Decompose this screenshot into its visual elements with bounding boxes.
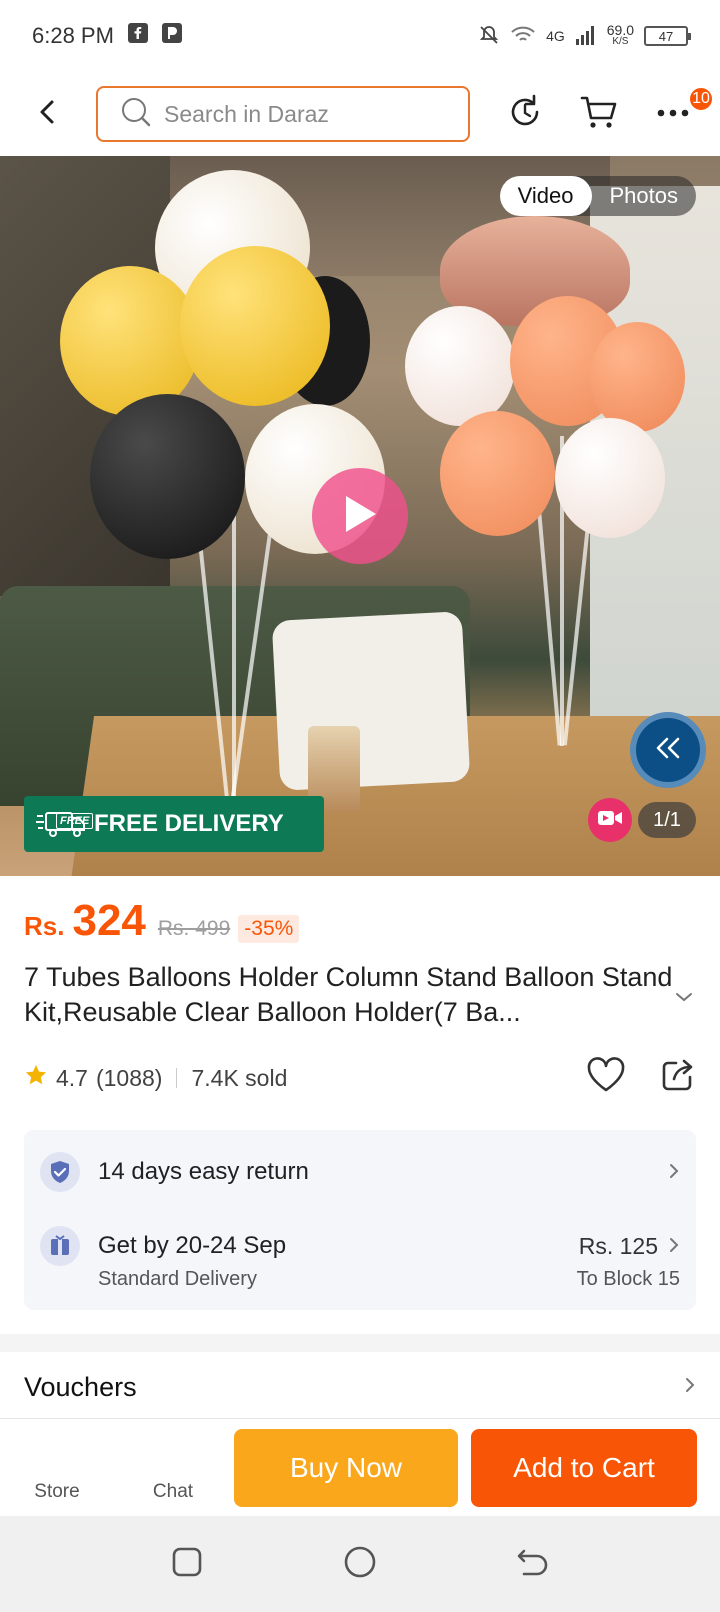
- original-price: Rs. 499: [157, 917, 231, 940]
- review-count[interactable]: (1088): [96, 1065, 162, 1092]
- speed-value: 69.0: [606, 22, 634, 38]
- rating-value[interactable]: 4.7: [56, 1065, 88, 1092]
- package-icon: [40, 1226, 80, 1266]
- delivery-row[interactable]: Get by 20-24 Sep Rs. 125: [40, 1226, 680, 1266]
- balloon-yellow: [60, 266, 200, 416]
- store-button[interactable]: Store: [2, 1419, 112, 1515]
- rating-row: 4.7 (1088) 7.4K sold: [24, 1056, 696, 1100]
- more-dots-icon: [657, 105, 689, 123]
- delivery-date: Get by 20-24 Sep: [98, 1232, 287, 1259]
- add-to-cart-button[interactable]: Add to Cart: [471, 1429, 697, 1507]
- speed-unit: K/S: [612, 36, 629, 47]
- return-policy-text: 14 days easy return: [98, 1158, 309, 1185]
- price-currency: Rs.: [24, 911, 65, 941]
- back-gesture-icon: [516, 1547, 550, 1582]
- chevron-right-icon: [668, 1233, 680, 1260]
- recent-apps-icon: [171, 1546, 203, 1583]
- meta-divider: [176, 1068, 178, 1088]
- return-policy-row[interactable]: 14 days easy return: [40, 1152, 680, 1192]
- home-button[interactable]: [330, 1534, 390, 1594]
- system-nav-bar: [0, 1516, 720, 1612]
- media-toggle: Video Photos: [499, 176, 697, 216]
- more-badge: 10: [688, 86, 714, 112]
- mute-bell-icon: [478, 24, 500, 49]
- sold-count: 7.4K sold: [191, 1064, 288, 1091]
- balloon-yellow: [180, 246, 330, 406]
- history-icon: [506, 93, 544, 136]
- cart-icon: [579, 92, 619, 137]
- balloon-peach: [590, 322, 685, 432]
- service-card: 14 days easy return Get by 20-24 Sep Rs.…: [24, 1130, 696, 1310]
- star-icon: [24, 1063, 48, 1093]
- tab-video[interactable]: Video: [499, 176, 592, 216]
- chat-button[interactable]: Chat: [118, 1419, 228, 1515]
- back-button[interactable]: [0, 72, 96, 156]
- collapse-panel-button[interactable]: [630, 712, 706, 788]
- balloon-confetti: [405, 306, 515, 426]
- price-value: 324: [72, 896, 146, 945]
- top-bar: Search in Daraz 10: [0, 72, 720, 156]
- network-type: 4G: [546, 28, 565, 44]
- free-delivery-banner: FREE FREE DELIVERY: [24, 796, 324, 852]
- back-arrow-icon: [34, 98, 62, 131]
- notification-app-icon: [161, 23, 182, 49]
- recent-apps-button[interactable]: [157, 1534, 217, 1594]
- video-thumbnail-button[interactable]: [588, 798, 632, 842]
- bottom-action-bar: Store Chat Buy Now Add to Cart: [0, 1418, 720, 1514]
- free-tag: FREE: [56, 813, 94, 829]
- system-back-button[interactable]: [503, 1534, 563, 1594]
- delivery-location: To Block 15: [576, 1268, 680, 1290]
- product-gallery[interactable]: Video Photos FREE FREE DELIVERY 1/1: [0, 156, 720, 876]
- status-time: 6:28 PM: [32, 23, 114, 48]
- chevron-right-icon: [668, 1159, 680, 1186]
- image-counter: 1/1: [638, 802, 696, 838]
- product-title[interactable]: 7 Tubes Balloons Holder Column Stand Bal…: [24, 960, 674, 1030]
- share-icon[interactable]: [660, 1057, 696, 1099]
- signal-icon: [575, 25, 597, 48]
- battery-icon: 47: [644, 26, 691, 46]
- wishlist-heart-icon[interactable]: [586, 1057, 626, 1099]
- store-label: Store: [34, 1481, 80, 1502]
- tab-photos[interactable]: Photos: [592, 176, 697, 216]
- vouchers-title: Vouchers: [24, 1372, 137, 1402]
- balloon-peach: [440, 411, 555, 536]
- wifi-icon: [510, 25, 536, 48]
- cart-button[interactable]: [562, 72, 636, 156]
- status-bar: 6:28 PM 4G 69.0 K/S 47: [0, 0, 720, 72]
- double-chevron-left-icon: [654, 736, 682, 765]
- search-input[interactable]: Search in Daraz: [96, 86, 470, 142]
- shield-check-icon: [40, 1152, 80, 1192]
- delivery-fee: Rs. 125: [578, 1232, 658, 1259]
- section-divider: [0, 1334, 720, 1352]
- price-row: Rs. 324 Rs. 499 -35%: [24, 896, 300, 946]
- chevron-right-icon: [684, 1376, 696, 1399]
- battery-level: 47: [658, 28, 674, 44]
- play-video-button[interactable]: [312, 468, 408, 564]
- video-camera-icon: [597, 809, 623, 832]
- balloon-confetti: [555, 418, 665, 538]
- more-button[interactable]: 10: [636, 72, 714, 156]
- balloon-black: [90, 394, 245, 559]
- delivery-method: Standard Delivery: [98, 1268, 257, 1290]
- play-icon: [340, 492, 380, 541]
- vouchers-row[interactable]: Vouchers: [24, 1372, 696, 1403]
- facebook-icon: [127, 23, 148, 49]
- chat-label: Chat: [152, 1481, 194, 1502]
- search-placeholder: Search in Daraz: [164, 100, 329, 127]
- history-button[interactable]: [488, 72, 562, 156]
- free-delivery-label: FREE DELIVERY: [94, 810, 284, 837]
- buy-now-button[interactable]: Buy Now: [234, 1429, 458, 1507]
- photo-pillow: [271, 611, 471, 791]
- home-circle-icon: [343, 1545, 377, 1584]
- discount-badge: -35%: [238, 915, 300, 943]
- search-icon: [120, 96, 152, 133]
- chevron-down-icon[interactable]: [674, 990, 694, 1008]
